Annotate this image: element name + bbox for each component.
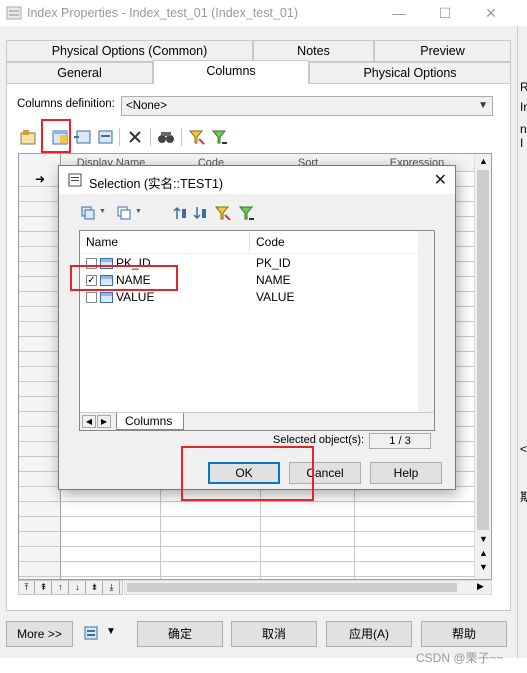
filter-clear-icon[interactable] xyxy=(238,206,255,223)
toolbar-separator xyxy=(181,128,182,146)
columns-definition-value: <None> xyxy=(126,100,167,112)
tab-physical-options[interactable]: Physical Options xyxy=(309,62,511,84)
list-item[interactable]: VALUE VALUE xyxy=(80,289,420,306)
chevron-down-icon[interactable]: ▼ xyxy=(135,208,142,215)
window-title-bar: Index Properties - Index_test_01 (Index_… xyxy=(0,0,527,26)
filter-icon[interactable] xyxy=(187,128,207,146)
row-move-buttons: ⤒ ⇞ ↑ ↓ ⇟ ⤓ xyxy=(18,580,123,595)
cancel-button[interactable]: 取消 xyxy=(231,621,317,647)
tab-columns[interactable]: Columns xyxy=(153,60,309,84)
dialog-title-bar: Selection (实名::TEST1) ✕ xyxy=(59,166,455,194)
move-down-icon[interactable]: ↓ xyxy=(70,581,86,594)
sort-ascending-icon[interactable] xyxy=(173,206,187,223)
print-menu-button[interactable]: ▼ xyxy=(83,624,117,644)
help-button[interactable]: 帮助 xyxy=(421,621,507,647)
highlight-ok-button xyxy=(181,446,314,501)
grid-row[interactable] xyxy=(19,517,491,532)
apply-button[interactable]: 应用(A) xyxy=(326,621,412,647)
delete-icon[interactable] xyxy=(125,128,145,146)
dialog-app-icon xyxy=(68,173,82,190)
row-name: VALUE xyxy=(116,290,155,304)
filter-icon[interactable] xyxy=(214,206,231,223)
properties-icon[interactable] xyxy=(18,128,38,146)
scroll-up-icon[interactable]: ▲ xyxy=(479,548,488,558)
tab-notes[interactable]: Notes xyxy=(253,40,374,62)
header-line xyxy=(80,253,418,254)
column-icon xyxy=(100,292,113,303)
selected-objects-count: 1 / 3 xyxy=(369,433,431,449)
insert-row-icon[interactable] xyxy=(72,128,92,146)
sheet-tab-columns[interactable]: Columns xyxy=(116,413,184,430)
grid-row[interactable] xyxy=(19,502,491,517)
row-checkbox[interactable] xyxy=(86,292,97,303)
strip-text: < xyxy=(520,442,527,456)
chevron-down-icon: ▼ xyxy=(106,626,116,637)
strip-text: Ru xyxy=(520,80,527,94)
header-divider xyxy=(249,233,250,251)
maximize-button[interactable]: ☐ xyxy=(422,0,468,26)
sheet-next-icon[interactable]: ▶ xyxy=(97,415,111,428)
tab-preview[interactable]: Preview xyxy=(374,40,511,62)
list-header-name[interactable]: Name xyxy=(86,231,118,253)
dialog-help-button[interactable]: Help xyxy=(370,462,442,484)
scroll-right-icon[interactable]: ▶ xyxy=(477,581,484,592)
sort-descending-icon[interactable] xyxy=(193,206,207,223)
scroll-thumb[interactable] xyxy=(477,170,489,530)
tab-physical-options-common[interactable]: Physical Options (Common) xyxy=(6,40,253,62)
toolbar-separator xyxy=(150,128,151,146)
list-vertical-scrollbar[interactable] xyxy=(418,231,434,413)
grid-horizontal-scrollbar[interactable]: ▶ xyxy=(124,580,492,595)
row-code: VALUE xyxy=(256,290,295,304)
strip-text: n I xyxy=(520,122,527,150)
scroll-thumb[interactable] xyxy=(127,583,457,592)
list-sheet-bar: ◀ ▶ Columns xyxy=(80,412,434,430)
sheet-prev-icon[interactable]: ◀ xyxy=(82,415,96,428)
find-icon[interactable] xyxy=(156,128,176,146)
ok-button[interactable]: 确定 xyxy=(137,621,223,647)
grid-row[interactable] xyxy=(19,562,491,577)
toolbar-separator xyxy=(119,128,120,146)
more-button[interactable]: More >> xyxy=(6,621,73,647)
move-up-icon[interactable]: ↑ xyxy=(53,581,69,594)
window-title: Index Properties - Index_test_01 (Index_… xyxy=(27,6,298,20)
object-list[interactable]: Name Code PK_ID PK_ID ✓ NAME NAME VALUE … xyxy=(79,230,435,431)
chevron-down-icon: ▼ xyxy=(478,100,488,111)
app-icon xyxy=(6,5,22,21)
dialog-title: Selection (实名::TEST1) xyxy=(89,177,224,191)
grid-row[interactable] xyxy=(19,547,491,562)
grid-row[interactable] xyxy=(19,532,491,547)
scroll-down-icon[interactable]: ▼ xyxy=(479,534,488,544)
strip-text: In xyxy=(520,100,527,114)
scroll-up-icon[interactable]: ▲ xyxy=(479,156,488,166)
chevron-down-icon[interactable]: ▼ xyxy=(99,208,106,215)
move-page-down-icon[interactable]: ⇟ xyxy=(87,581,103,594)
minimize-button[interactable]: — xyxy=(376,0,422,26)
selected-objects-label: Selected object(s): xyxy=(273,434,365,446)
tab-general[interactable]: General xyxy=(6,62,153,84)
move-bottom-icon[interactable]: ⤓ xyxy=(104,581,120,594)
printer-icon xyxy=(83,626,99,645)
move-page-up-icon[interactable]: ⇞ xyxy=(36,581,52,594)
deselect-all-icon[interactable] xyxy=(117,206,131,223)
selection-dialog: Selection (实名::TEST1) ✕ ▼ ▼ Name Code PK… xyxy=(58,165,456,490)
strip-text: 期 xyxy=(520,490,527,504)
row-code: PK_ID xyxy=(256,256,291,270)
close-button[interactable]: ✕ xyxy=(468,0,514,26)
move-top-icon[interactable]: ⤒ xyxy=(19,581,35,594)
filter-clear-icon[interactable] xyxy=(210,128,230,146)
columns-definition-label: Columns definition: xyxy=(17,98,115,110)
highlight-name-row xyxy=(70,265,178,291)
watermark-text: CSDN @栗子~~ xyxy=(416,651,504,665)
scroll-down-icon[interactable]: ▼ xyxy=(479,562,488,572)
row-code: NAME xyxy=(256,273,291,287)
add-row-icon[interactable] xyxy=(94,128,114,146)
select-all-icon[interactable] xyxy=(81,206,95,223)
close-icon[interactable]: ✕ xyxy=(434,170,447,190)
background-window-strip: Ru In n I < 期 xyxy=(517,26,527,658)
list-header-code[interactable]: Code xyxy=(256,231,285,253)
highlight-add-columns xyxy=(41,119,71,153)
columns-definition-select[interactable]: <None> ▼ xyxy=(121,96,493,116)
grid-vertical-scrollbar[interactable]: ▲ ▼ ▲ ▼ xyxy=(474,154,491,579)
